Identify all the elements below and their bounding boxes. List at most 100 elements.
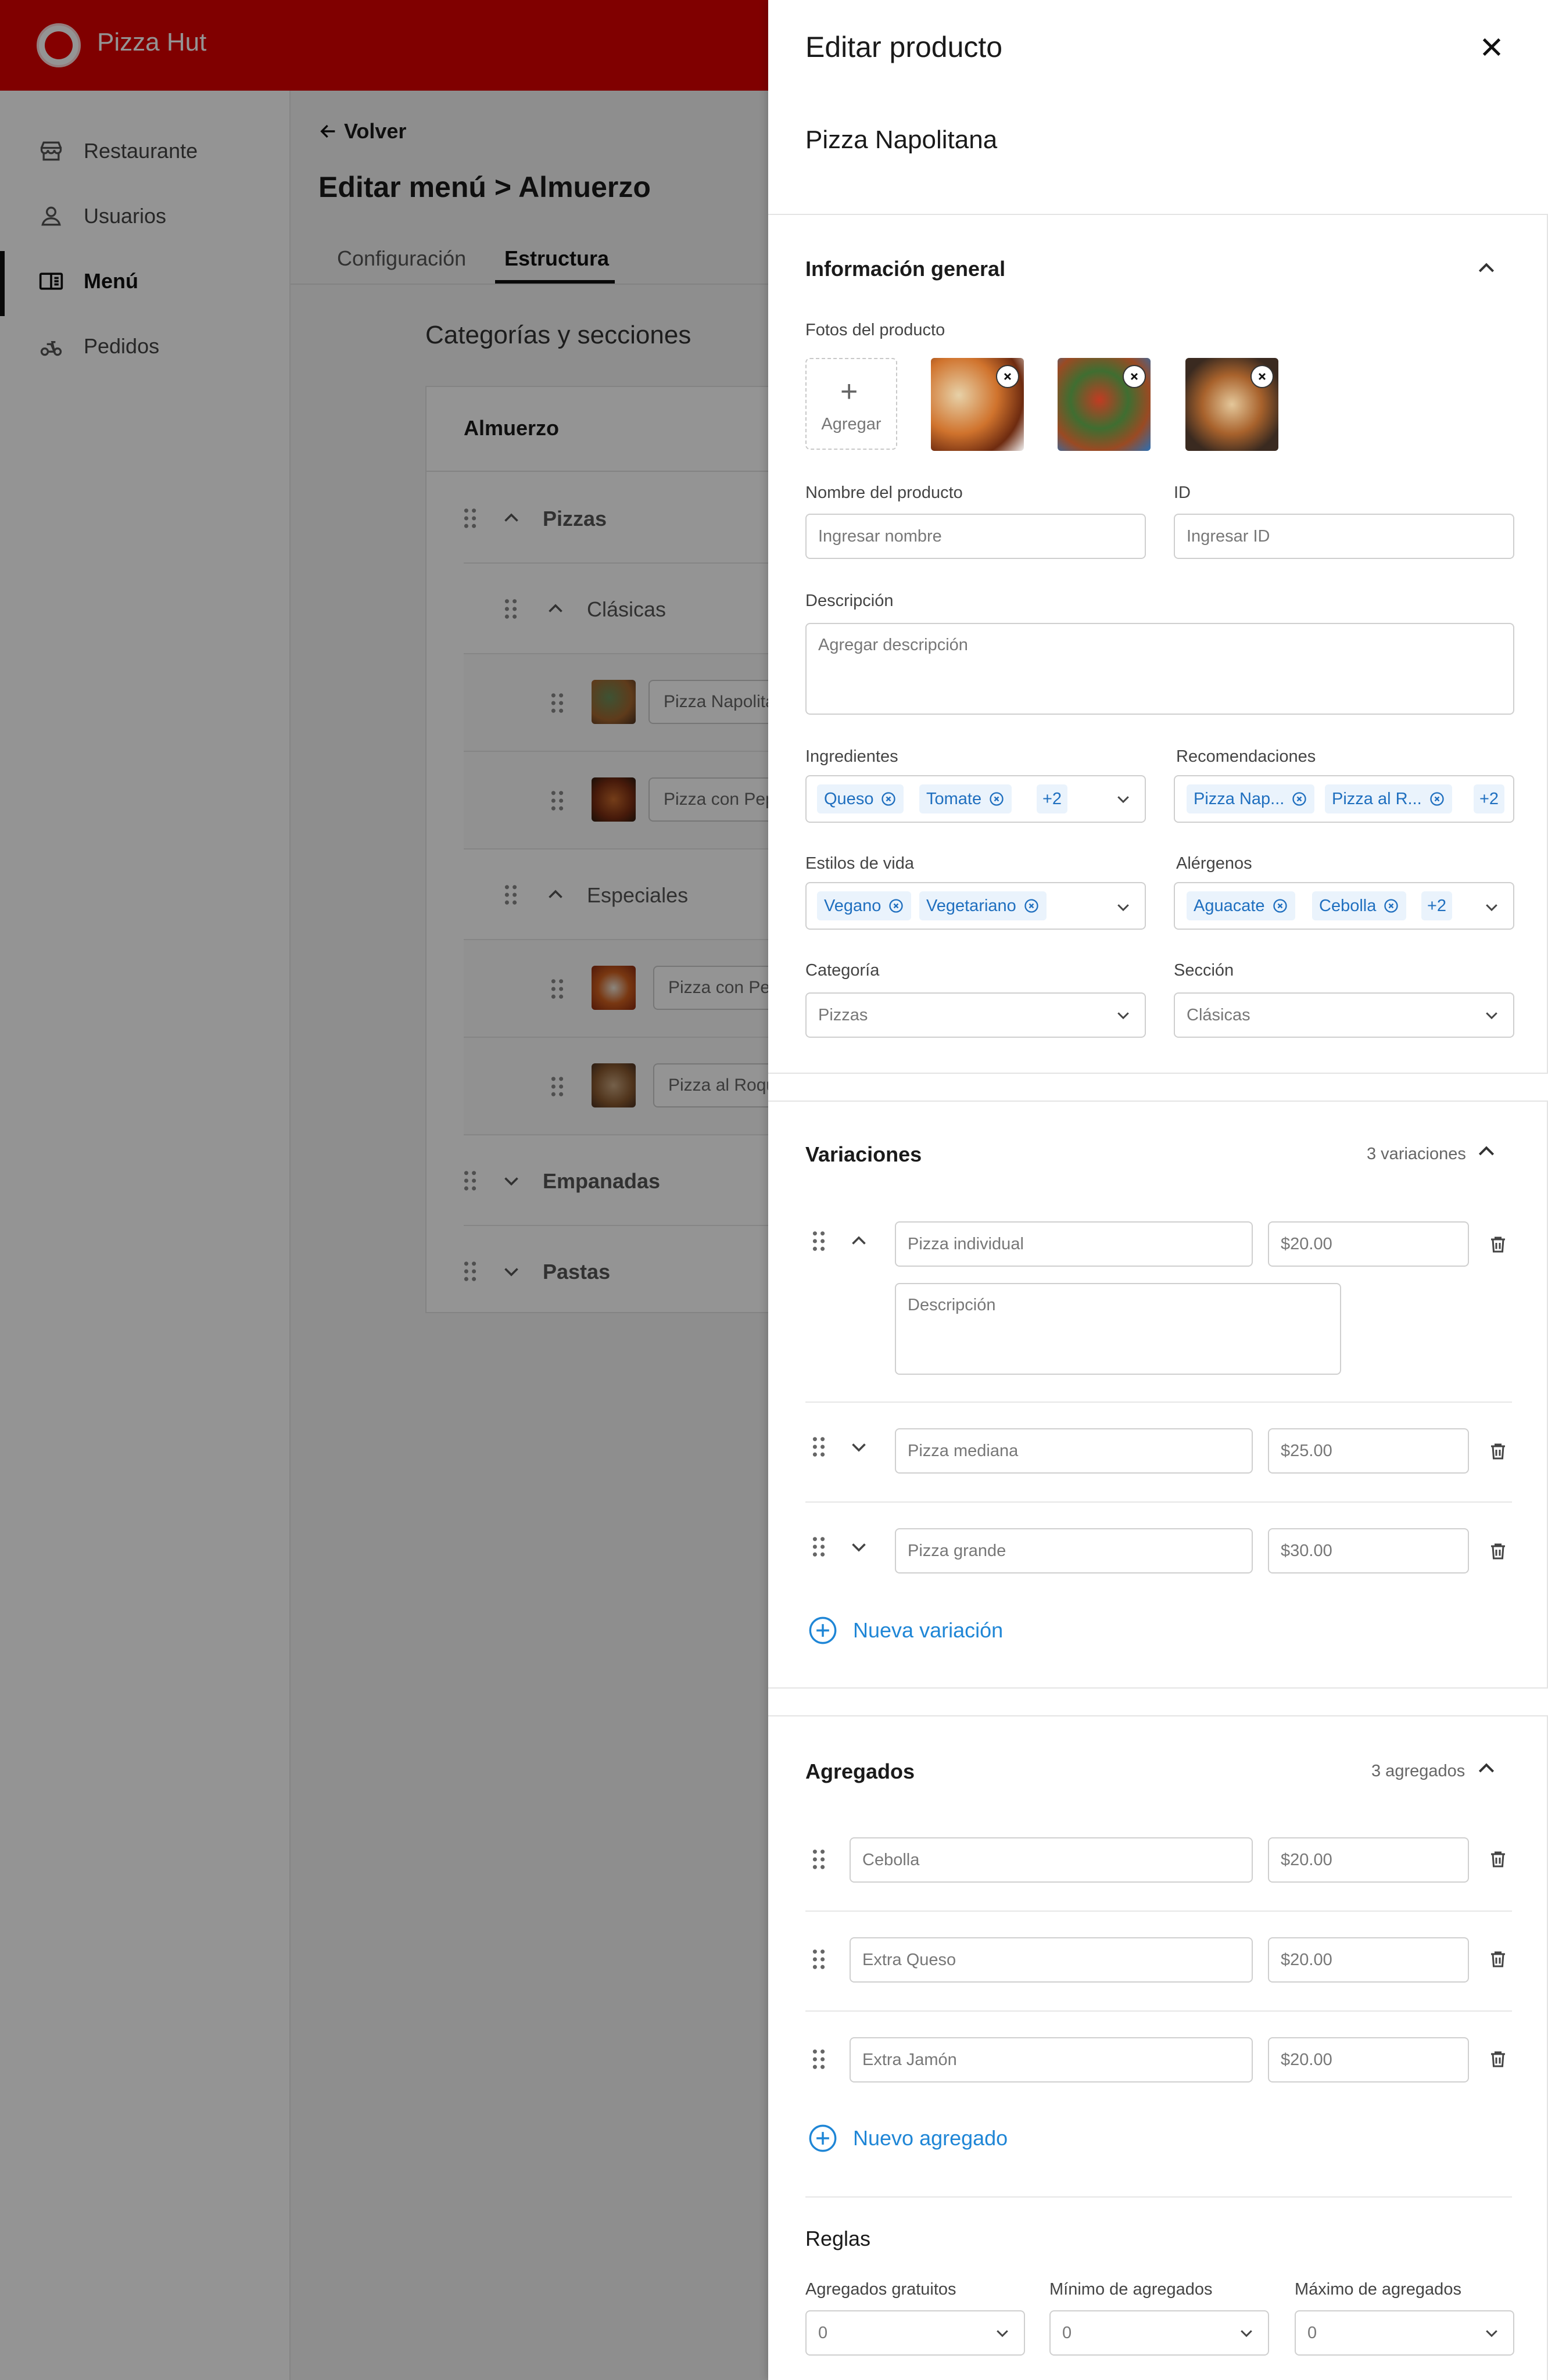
chevron-down-icon[interactable]: [848, 1436, 869, 1457]
more-chips-badge: +2: [1037, 784, 1068, 813]
chip: Aguacate: [1187, 891, 1295, 920]
remove-photo-button[interactable]: [1123, 365, 1146, 388]
product-photo: [931, 358, 1024, 451]
close-icon: [1130, 372, 1138, 381]
variation-name-input[interactable]: Pizza individual: [895, 1221, 1253, 1267]
card-title: Agregados: [805, 1759, 915, 1783]
section-value: Clásicas: [1187, 1006, 1250, 1024]
chip: Cebolla: [1312, 891, 1407, 920]
modal-backdrop[interactable]: [0, 0, 768, 2380]
remove-photo-button[interactable]: [996, 365, 1019, 388]
section-select[interactable]: Clásicas: [1174, 992, 1514, 1038]
addon-name-input[interactable]: Extra Queso: [850, 1937, 1253, 1983]
close-circle-icon[interactable]: [1023, 898, 1040, 914]
max-addons-select[interactable]: 0: [1295, 2310, 1514, 2356]
recommendations-label: Recomendaciones: [1176, 747, 1316, 766]
free-addons-select[interactable]: 0: [805, 2310, 1025, 2356]
variation-name-input[interactable]: Pizza grande: [895, 1528, 1253, 1573]
chevron-up-icon[interactable]: [1475, 257, 1498, 280]
photos-label: Fotos del producto: [805, 321, 945, 339]
close-circle-icon[interactable]: [1291, 791, 1307, 807]
close-circle-icon[interactable]: [888, 898, 904, 914]
drag-handle-icon[interactable]: [812, 1536, 825, 1557]
addon-price-input[interactable]: $20.00: [1268, 1937, 1469, 1983]
close-circle-icon[interactable]: [880, 791, 897, 807]
chip: Tomate: [919, 784, 1012, 813]
chip: Vegetariano: [919, 891, 1047, 920]
chevron-down-icon: [1117, 796, 1129, 804]
min-addons-label: Mínimo de agregados: [1049, 2280, 1213, 2299]
variation-price-input[interactable]: $30.00: [1268, 1528, 1469, 1573]
chip-label: Vegano: [824, 897, 881, 915]
remove-photo-button[interactable]: [1250, 365, 1274, 388]
ingredients-select[interactable]: Queso Tomate +2: [805, 775, 1146, 823]
product-name-input[interactable]: Ingresar nombre: [805, 514, 1146, 559]
drawer-title: Editar producto: [805, 31, 1003, 63]
category-label: Categoría: [805, 961, 880, 980]
close-icon[interactable]: [1478, 34, 1505, 60]
drag-handle-icon[interactable]: [812, 1231, 825, 1252]
chevron-up-icon[interactable]: [1475, 1140, 1498, 1163]
card-title: Información general: [805, 257, 1006, 281]
drag-handle-icon[interactable]: [812, 2049, 825, 2070]
close-circle-icon[interactable]: [988, 791, 1005, 807]
add-photo-button[interactable]: + Agregar: [805, 358, 897, 450]
allergens-select[interactable]: Aguacate Cebolla +2: [1174, 882, 1514, 930]
lifestyle-select[interactable]: Vegano Vegetariano: [805, 882, 1146, 930]
chevron-down-icon: [1117, 904, 1129, 912]
category-value: Pizzas: [818, 1006, 868, 1024]
drag-handle-icon[interactable]: [812, 1849, 825, 1870]
chip-label: Pizza al R...: [1332, 790, 1422, 808]
rules-title: Reglas: [805, 2227, 871, 2250]
drag-handle-icon[interactable]: [812, 1949, 825, 1970]
lifestyle-label: Estilos de vida: [805, 854, 914, 873]
close-icon: [1004, 372, 1012, 381]
divider: [805, 1501, 1512, 1503]
chevron-up-icon[interactable]: [1475, 1757, 1498, 1780]
chevron-down-icon: [997, 2330, 1008, 2338]
product-id-input[interactable]: Ingresar ID: [1174, 514, 1514, 559]
description-textarea[interactable]: Agregar descripción: [805, 623, 1514, 715]
variation-price-input[interactable]: $20.00: [1268, 1221, 1469, 1267]
addon-price-input[interactable]: $20.00: [1268, 1837, 1469, 1883]
recommendations-select[interactable]: Pizza Nap... Pizza al R... +2: [1174, 775, 1514, 823]
chip-label: Queso: [824, 790, 874, 808]
new-variation-label: Nueva variación: [853, 1618, 1004, 1642]
addon-name-input[interactable]: Cebolla: [850, 1837, 1253, 1883]
new-addon-button[interactable]: Nuevo agregado: [808, 2123, 1008, 2153]
chip-label: Vegetariano: [926, 897, 1016, 915]
addon-name-input[interactable]: Extra Jamón: [850, 2037, 1253, 2082]
variation-description-textarea[interactable]: Descripción: [895, 1283, 1341, 1375]
divider: [805, 2196, 1512, 2198]
new-addon-label: Nuevo agregado: [853, 2126, 1008, 2150]
free-addons-label: Agregados gratuitos: [805, 2280, 956, 2299]
chevron-up-icon[interactable]: [848, 1231, 869, 1252]
close-circle-icon[interactable]: [1272, 898, 1288, 914]
trash-icon[interactable]: [1488, 1440, 1508, 1463]
product-photo: [1185, 358, 1278, 451]
max-addons-label: Máximo de agregados: [1295, 2280, 1461, 2299]
drag-handle-icon[interactable]: [812, 1436, 825, 1457]
description-label: Descripción: [805, 592, 894, 610]
card-title: Variaciones: [805, 1142, 922, 1166]
close-circle-icon[interactable]: [1429, 791, 1445, 807]
category-select[interactable]: Pizzas: [805, 992, 1146, 1038]
variation-name-input[interactable]: Pizza mediana: [895, 1428, 1253, 1474]
addon-price-input[interactable]: $20.00: [1268, 2037, 1469, 2082]
close-circle-icon[interactable]: [1383, 898, 1399, 914]
trash-icon[interactable]: [1488, 1233, 1508, 1256]
max-addons-value: 0: [1307, 2324, 1317, 2342]
chevron-down-icon: [1241, 2330, 1252, 2338]
trash-icon[interactable]: [1488, 1540, 1508, 1563]
variation-price-input[interactable]: $25.00: [1268, 1428, 1469, 1474]
trash-icon[interactable]: [1488, 1848, 1508, 1871]
trash-icon[interactable]: [1488, 2048, 1508, 2071]
chip: Vegano: [817, 891, 912, 920]
free-addons-value: 0: [818, 2324, 828, 2342]
more-chips-badge: +2: [1421, 891, 1453, 920]
chevron-down-icon[interactable]: [848, 1536, 869, 1557]
more-chips-badge: +2: [1474, 784, 1505, 813]
min-addons-select[interactable]: 0: [1049, 2310, 1269, 2356]
trash-icon[interactable]: [1488, 1948, 1508, 1971]
new-variation-button[interactable]: Nueva variación: [808, 1615, 1003, 1646]
